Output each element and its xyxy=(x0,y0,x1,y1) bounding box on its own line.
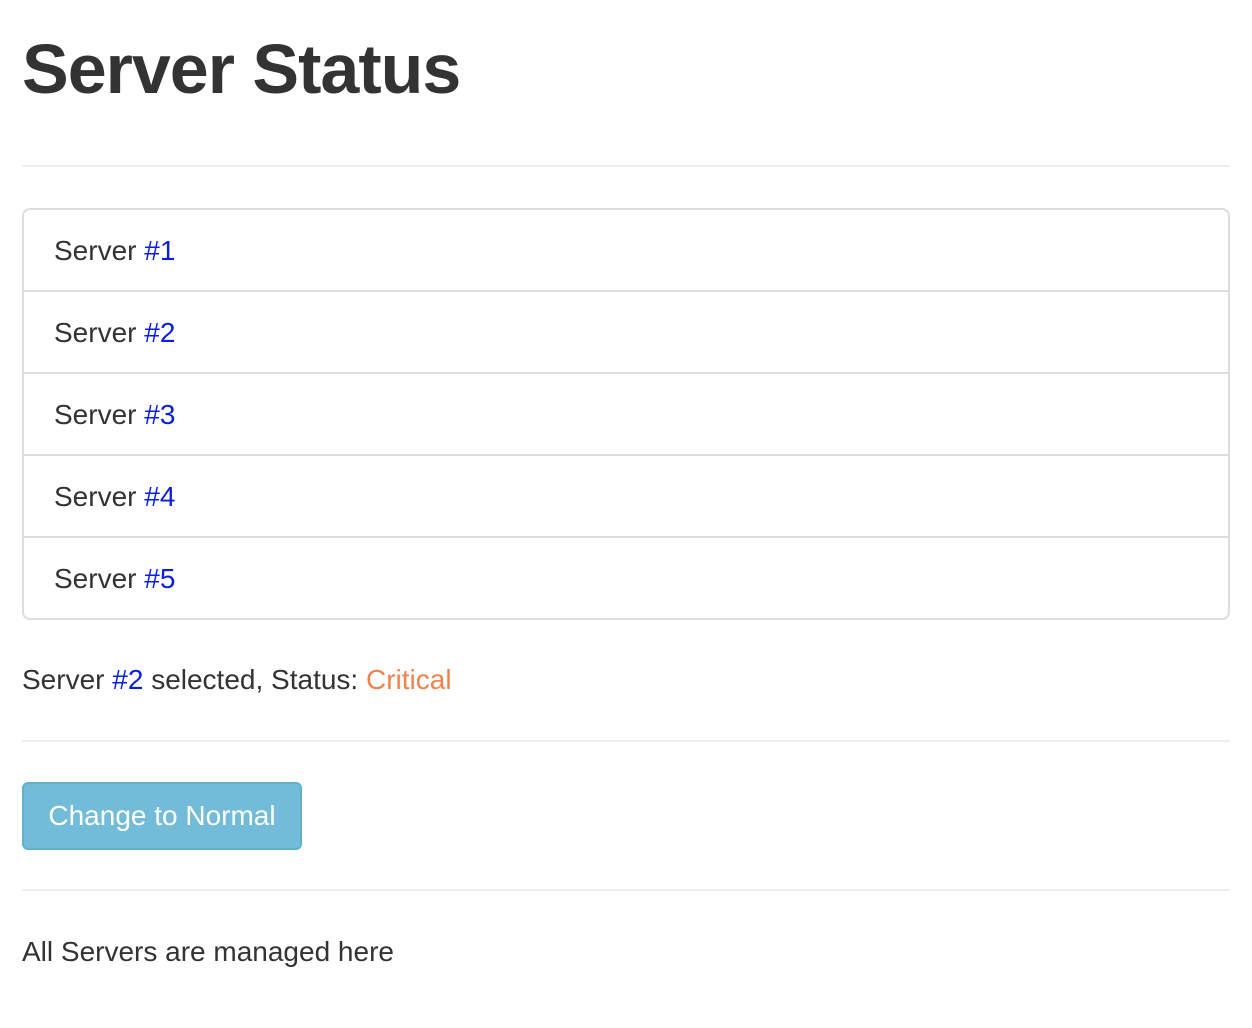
server-list-item-3[interactable]: Server #3 xyxy=(24,372,1228,454)
selected-server-status: Server #2 selected, Status: Critical xyxy=(22,660,452,700)
divider xyxy=(22,889,1230,891)
divider xyxy=(22,165,1230,167)
status-value: Critical xyxy=(365,664,452,695)
page-title: Server Status xyxy=(22,30,461,108)
server-label: Server xyxy=(54,235,137,266)
server-number: #2 xyxy=(144,317,176,348)
footer-text: All Servers are managed here xyxy=(22,936,394,967)
server-list: Server #1 Server #2 Server #3 Server #4 … xyxy=(22,208,1230,620)
selected-status-label: selected, Status: xyxy=(151,664,359,695)
server-number: #5 xyxy=(144,563,176,594)
server-list-item-1[interactable]: Server #1 xyxy=(24,210,1228,290)
server-label: Server xyxy=(54,399,137,430)
server-list-item-4[interactable]: Server #4 xyxy=(24,454,1228,536)
change-status-button[interactable]: Change to Normal xyxy=(22,782,302,850)
selected-server-number: #2 xyxy=(112,664,144,695)
divider xyxy=(22,740,1230,742)
server-number: #3 xyxy=(144,399,176,430)
server-number: #4 xyxy=(144,481,176,512)
server-list-item-2[interactable]: Server #2 xyxy=(24,290,1228,372)
server-list-item-5[interactable]: Server #5 xyxy=(24,536,1228,618)
server-number: #1 xyxy=(144,235,176,266)
server-label: Server xyxy=(54,317,137,348)
selected-server-prefix: Server xyxy=(22,664,105,695)
server-label: Server xyxy=(54,481,137,512)
server-label: Server xyxy=(54,563,137,594)
